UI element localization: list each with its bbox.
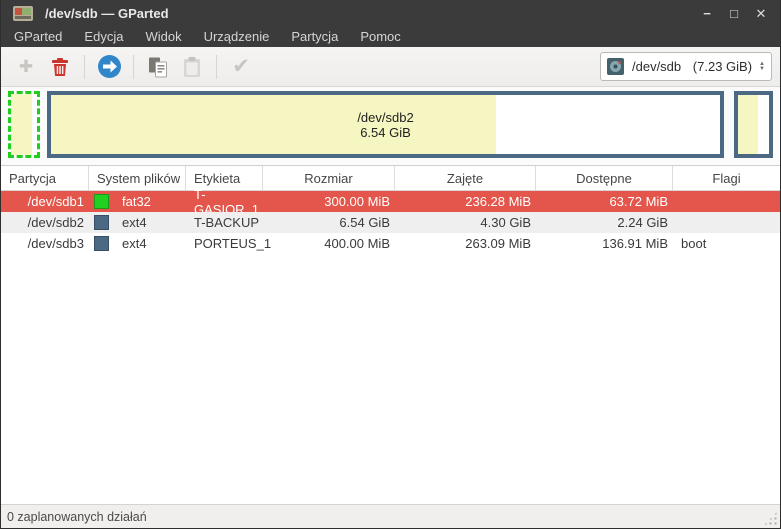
menu-gparted[interactable]: GParted	[3, 27, 73, 47]
toolbar-separator	[133, 54, 134, 79]
menu-help[interactable]: Pomoc	[349, 27, 411, 47]
partition-unused: 2.24 GiB	[617, 215, 668, 230]
column-header-size[interactable]: Rozmiar	[263, 166, 395, 190]
table-header: Partycja System plików Etykieta Rozmiar …	[1, 166, 780, 191]
device-size: (7.23 GiB)	[692, 59, 753, 74]
partition-flags	[673, 212, 780, 233]
menu-view[interactable]: Widok	[134, 27, 192, 47]
window-title: /dev/sdb — GParted	[45, 6, 169, 21]
partition-size: 400.00 MiB	[324, 236, 390, 251]
paste-partition-button[interactable]	[177, 52, 207, 82]
column-header-unused[interactable]: Dostępne	[536, 166, 673, 190]
new-partition-button[interactable]: ✚	[11, 52, 41, 82]
menu-device[interactable]: Urządzenie	[193, 27, 281, 47]
device-selector[interactable]: /dev/sdb (7.23 GiB) ▲ ▼	[600, 52, 772, 81]
sdb2-label-size: 6.54 GiB	[360, 124, 411, 140]
column-header-label: Rozmiar	[304, 170, 353, 186]
sdb1-used-space	[11, 94, 32, 155]
partition-used: 236.28 MiB	[465, 194, 531, 209]
sdb1-unused-space	[31, 94, 37, 155]
fat32-color-swatch	[94, 194, 109, 209]
device-path: /dev/sdb	[632, 59, 682, 74]
apply-operations-button[interactable]: ✔	[226, 52, 256, 82]
column-header-label: Flagi	[712, 170, 741, 186]
column-header-used[interactable]: Zajęte	[395, 166, 536, 190]
partition-name: /dev/sdb3	[27, 236, 84, 251]
partition-label: T-GASIOR_1	[194, 186, 260, 217]
filesystem-cell: ext4	[89, 233, 186, 254]
partition-name: /dev/sdb2	[27, 215, 84, 230]
table-empty-area	[1, 254, 780, 504]
filesystem-cell: ext4	[89, 212, 186, 233]
sdb2-label: /dev/sdb2 6.54 GiB	[51, 95, 720, 154]
minimize-button[interactable]: −	[698, 5, 716, 23]
ext4-color-swatch	[94, 215, 109, 230]
toolbar: ✚ ✔ /dev/sdb (7.23 GiB) ▲ ▼	[1, 47, 780, 87]
partition-size: 6.54 GiB	[339, 215, 390, 230]
partition-table: Partycja System plików Etykieta Rozmiar …	[1, 166, 780, 504]
menu-edit[interactable]: Edycja	[73, 27, 134, 47]
partition-unused: 136.91 MiB	[602, 236, 668, 251]
window-controls: − □ ✕	[698, 5, 770, 23]
partition-size: 300.00 MiB	[324, 194, 390, 209]
toolbar-separator	[84, 54, 85, 79]
filesystem-name: fat32	[122, 194, 151, 209]
close-button[interactable]: ✕	[752, 5, 770, 23]
resize-move-button[interactable]	[94, 52, 124, 82]
table-row-sdb2[interactable]: /dev/sdb2 ext4 T-BACKUP 6.54 GiB 4.30 Gi…	[1, 212, 780, 233]
gparted-window: /dev/sdb — GParted − □ ✕ GParted Edycja …	[0, 0, 781, 529]
partition-flags	[673, 191, 780, 212]
delete-partition-button[interactable]	[45, 52, 75, 82]
diskbar-partition-sdb1[interactable]	[8, 91, 40, 158]
column-header-label: Partycja	[9, 170, 56, 186]
filesystem-name: ext4	[122, 215, 147, 230]
device-spinner-arrows[interactable]: ▲ ▼	[759, 61, 765, 72]
disk-visual-panel: /dev/sdb2 6.54 GiB	[1, 87, 780, 166]
partition-label: PORTEUS_1	[194, 236, 272, 251]
partition-label: T-BACKUP	[194, 215, 260, 230]
partition-flags: boot	[681, 236, 707, 251]
toolbar-separator	[216, 54, 217, 79]
menubar: GParted Edycja Widok Urządzenie Partycja…	[1, 27, 780, 47]
checkmark-icon: ✔	[232, 55, 250, 78]
diskbar-partition-sdb2[interactable]: /dev/sdb2 6.54 GiB	[47, 91, 724, 158]
filesystem-cell: fat32	[89, 191, 186, 212]
copy-icon	[149, 57, 167, 77]
paste-icon	[184, 56, 200, 77]
column-header-filesystem[interactable]: System plików	[89, 166, 186, 190]
partition-unused: 63.72 MiB	[609, 194, 668, 209]
column-header-flags[interactable]: Flagi	[673, 166, 780, 190]
partition-used: 4.30 GiB	[480, 215, 531, 230]
column-header-label: Dostępne	[576, 170, 632, 186]
column-header-partition[interactable]: Partycja	[1, 166, 89, 190]
maximize-button[interactable]: □	[725, 5, 743, 23]
column-header-label: Etykieta	[194, 170, 241, 186]
pending-operations-text: 0 zaplanowanych działań	[7, 509, 147, 524]
gparted-app-icon	[13, 6, 33, 21]
resize-arrow-icon	[97, 55, 121, 78]
resize-grip[interactable]	[763, 511, 778, 526]
sdb2-label-name: /dev/sdb2	[357, 109, 414, 125]
statusbar: 0 zaplanowanych działań	[1, 504, 780, 528]
filesystem-name: ext4	[122, 236, 147, 251]
trash-icon	[52, 57, 68, 76]
table-row-sdb3[interactable]: /dev/sdb3 ext4 PORTEUS_1 400.00 MiB 263.…	[1, 233, 780, 254]
partition-used: 263.09 MiB	[465, 236, 531, 251]
table-row-sdb1[interactable]: /dev/sdb1 fat32 T-GASIOR_1 300.00 MiB 23…	[1, 186, 780, 217]
column-header-label: Zajęte	[446, 170, 484, 186]
copy-partition-button[interactable]	[143, 52, 173, 82]
device-icon	[607, 58, 624, 75]
titlebar: /dev/sdb — GParted − □ ✕	[1, 0, 780, 27]
menu-partition[interactable]: Partycja	[280, 27, 349, 47]
partition-name: /dev/sdb1	[27, 194, 84, 209]
diskbar-partition-sdb3[interactable]	[734, 91, 773, 158]
sdb3-used-space	[738, 95, 759, 154]
column-header-label: System plików	[97, 170, 181, 186]
plus-icon: ✚	[18, 56, 34, 76]
ext4-color-swatch	[94, 236, 109, 251]
